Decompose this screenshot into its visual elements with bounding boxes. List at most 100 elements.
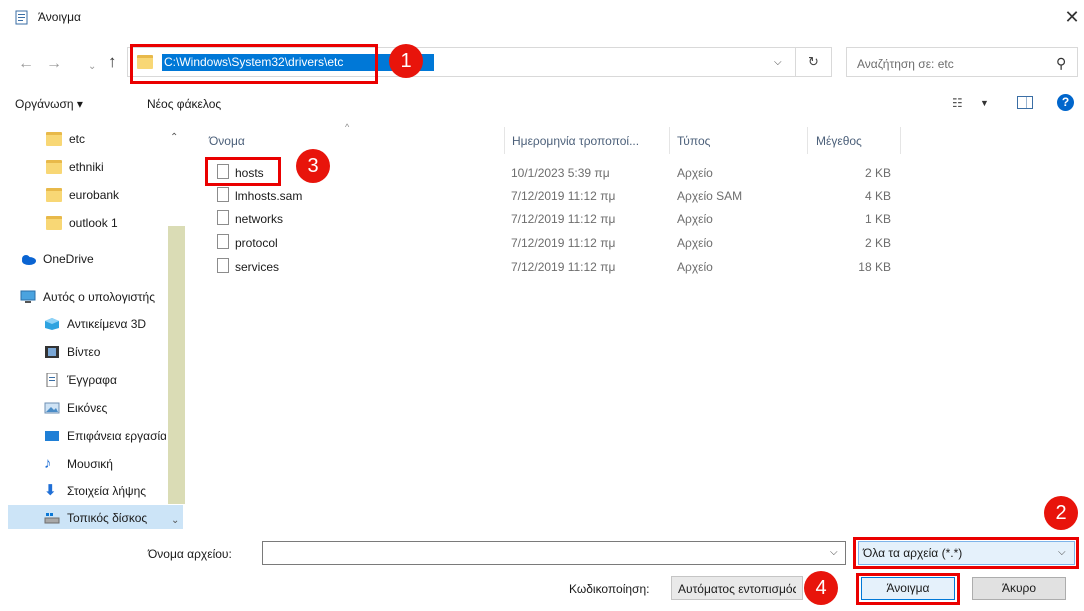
sidebar-item-videos[interactable]: Βίντεο	[44, 341, 166, 363]
sidebar-item-label: Βίντεο	[67, 345, 101, 359]
file-row-protocol[interactable]: protocol 7/12/2019 11:12 πμ Αρχείο 2 KB	[205, 232, 905, 255]
open-dialog-icon	[14, 10, 30, 26]
music-icon: ♪	[44, 455, 52, 472]
sidebar-item-pictures[interactable]: Εικόνες	[44, 397, 166, 419]
file-icon	[217, 210, 229, 225]
search-placeholder: Αναζήτηση σε: etc	[857, 57, 954, 71]
column-divider[interactable]	[807, 127, 808, 154]
column-header-type[interactable]: Τύπος	[677, 134, 710, 148]
filename-input[interactable]	[262, 541, 846, 565]
organize-button[interactable]: Οργάνωση ▾	[15, 97, 83, 111]
annotation-badge-4: 4	[804, 571, 838, 605]
folder-icon	[46, 188, 62, 202]
file-name: protocol	[235, 236, 278, 250]
sidebar-item-label: eurobank	[69, 188, 120, 202]
sidebar-item-label: OneDrive	[43, 252, 94, 266]
close-button[interactable]: ✕	[1062, 6, 1082, 28]
title-bar	[0, 0, 1084, 36]
file-date: 7/12/2019 11:12 πμ	[511, 236, 616, 250]
sidebar-item-label: Επιφάνεια εργασίας	[67, 429, 166, 443]
sidebar-item-ethniki[interactable]: ethniki	[46, 156, 166, 178]
column-header-date[interactable]: Ημερομηνία τροποποί...	[512, 134, 639, 148]
annotation-badge-3: 3	[296, 149, 330, 183]
file-icon	[217, 234, 229, 249]
annotation-badge-2: 2	[1044, 496, 1078, 530]
sidebar-item-music[interactable]: ♪ Μουσική	[44, 453, 166, 475]
sidebar-item-label: Τοπικός δίσκος	[67, 511, 148, 525]
folder-icon	[46, 132, 62, 146]
refresh-button[interactable]: ↻	[796, 47, 832, 77]
annotation-badge-1: 1	[389, 44, 423, 78]
sidebar-item-this-pc[interactable]: Αυτός ο υπολογιστής	[20, 286, 166, 308]
file-date: 7/12/2019 11:12 πμ	[511, 260, 616, 274]
sidebar-item-label: Μουσική	[67, 457, 113, 471]
file-type: Αρχείο	[677, 260, 713, 274]
scroll-down-icon[interactable]: ⌄	[171, 515, 179, 526]
encoding-value: Αυτόματος εντοπισμός	[678, 582, 796, 596]
sidebar-item-label: Αυτός ο υπολογιστής	[43, 290, 155, 304]
file-size: 18 KB	[858, 260, 891, 274]
file-size: 4 KB	[864, 189, 891, 203]
file-date: 7/12/2019 11:12 πμ	[511, 189, 616, 203]
help-icon[interactable]: ?	[1057, 94, 1074, 111]
file-name: lmhosts.sam	[235, 189, 303, 203]
file-size: 2 KB	[864, 166, 891, 180]
3d-objects-icon	[44, 317, 60, 331]
sidebar-scrollbar[interactable]	[168, 226, 185, 504]
view-options-caret[interactable]: ▼	[980, 98, 989, 108]
file-name: networks	[235, 212, 284, 226]
file-type: Αρχείο	[677, 212, 713, 226]
preview-pane-icon[interactable]	[1017, 96, 1033, 109]
view-options-icon[interactable]: ☷	[952, 96, 963, 110]
file-date: 7/12/2019 11:12 πμ	[511, 212, 616, 226]
chevron-down-icon[interactable]: ⌵	[830, 547, 838, 558]
new-folder-button[interactable]: Νέος φάκελος	[147, 97, 221, 111]
file-name: services	[235, 260, 280, 274]
file-type: Αρχείο	[677, 236, 713, 250]
file-row-networks[interactable]: networks 7/12/2019 11:12 πμ Αρχείο 1 KB	[205, 208, 905, 231]
folder-icon	[46, 160, 62, 174]
sidebar-item-label: ethniki	[69, 160, 104, 174]
annotation-box-open	[856, 573, 960, 605]
sidebar-item-desktop[interactable]: Επιφάνεια εργασίας	[44, 425, 166, 447]
column-header-size[interactable]: Μέγεθος	[816, 134, 862, 148]
forward-button[interactable]: →	[46, 55, 62, 73]
sidebar-item-onedrive[interactable]: OneDrive	[20, 248, 166, 270]
file-size: 1 KB	[864, 212, 891, 226]
recent-locations-button[interactable]: ⌄	[88, 58, 96, 76]
back-button[interactable]: ←	[18, 55, 34, 73]
sidebar-item-3d-objects[interactable]: Αντικείμενα 3D	[44, 313, 166, 335]
scroll-up-icon[interactable]: ⌃	[170, 132, 178, 143]
column-divider[interactable]	[669, 127, 670, 154]
sidebar-item-eurobank[interactable]: eurobank	[46, 184, 166, 206]
folder-icon	[46, 216, 62, 230]
file-row-services[interactable]: services 7/12/2019 11:12 πμ Αρχείο 18 KB	[205, 256, 905, 279]
computer-icon	[20, 290, 36, 304]
file-row-lmhosts[interactable]: lmhosts.sam 7/12/2019 11:12 πμ Αρχείο SA…	[205, 185, 905, 208]
file-type: Αρχείο SAM	[677, 189, 743, 203]
downloads-icon: ⬇	[44, 482, 57, 499]
sort-ascending-icon: ^	[345, 122, 350, 132]
file-size: 2 KB	[864, 236, 891, 250]
sidebar-item-documents[interactable]: Έγγραφα	[44, 369, 166, 391]
file-icon	[217, 258, 229, 273]
chevron-down-icon[interactable]: ⌵	[774, 57, 782, 68]
annotation-box-filetype	[853, 537, 1079, 569]
cancel-button[interactable]: Άκυρο	[972, 577, 1066, 600]
sidebar-item-label: Εικόνες	[67, 401, 108, 415]
pictures-icon	[44, 401, 60, 415]
sidebar-item-label: Έγγραφα	[67, 373, 117, 387]
column-divider[interactable]	[900, 127, 901, 154]
sidebar-item-downloads[interactable]: ⬇ Στοιχεία λήψης	[44, 480, 166, 502]
column-divider[interactable]	[504, 127, 505, 154]
file-icon	[217, 187, 229, 202]
search-icon[interactable]: ⚲	[1056, 55, 1066, 72]
video-icon	[44, 345, 60, 359]
sidebar-item-label: outlook 1	[69, 216, 118, 230]
column-header-name[interactable]: Όνομα	[209, 134, 245, 148]
up-button[interactable]: ↑	[108, 53, 117, 71]
sidebar-item-etc[interactable]: etc	[46, 128, 166, 150]
sidebar-item-local-disk[interactable]: Τοπικός δίσκος	[44, 507, 168, 529]
cloud-icon	[20, 252, 36, 266]
sidebar-item-outlook-1[interactable]: outlook 1	[46, 212, 166, 234]
